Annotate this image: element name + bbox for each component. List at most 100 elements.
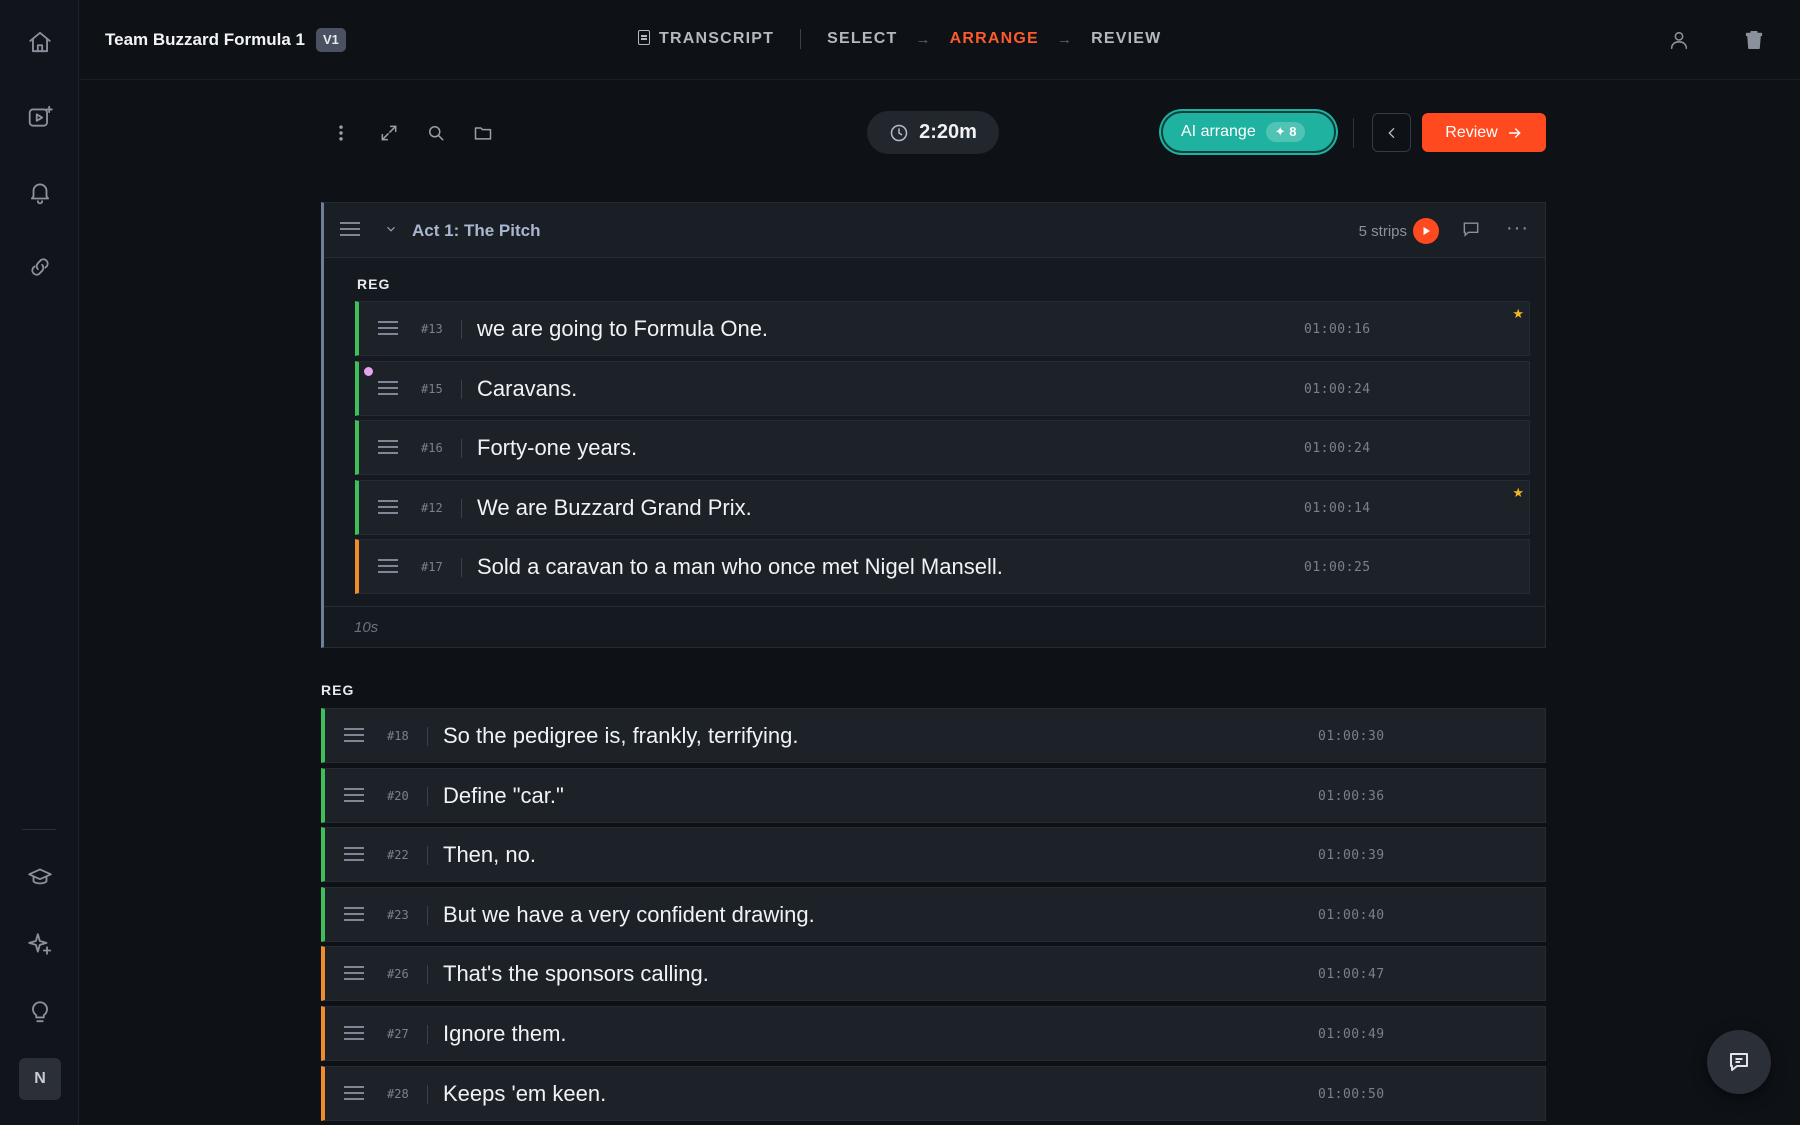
strip-number: #12 bbox=[421, 500, 443, 515]
drag-handle-icon bbox=[344, 847, 364, 862]
sparkle-icon[interactable] bbox=[20, 924, 60, 964]
strip-drag-handle[interactable] bbox=[344, 787, 364, 802]
review-button[interactable]: Review bbox=[1422, 113, 1546, 152]
strip-row[interactable]: #15 Caravans. 01:00:24 bbox=[355, 360, 1530, 416]
act-group: Act 1: The Pitch 5 strips ··· REG #13 we … bbox=[321, 202, 1546, 648]
strip-text: Then, no. bbox=[443, 842, 536, 868]
strip-row[interactable]: #20 Define "car." 01:00:36 bbox=[321, 767, 1546, 823]
strip-timecode: 01:00:50 bbox=[1318, 1086, 1385, 1102]
strip-timecode: 01:00:30 bbox=[1318, 729, 1385, 744]
star-icon[interactable]: ★ bbox=[1512, 485, 1524, 501]
act-header: Act 1: The Pitch 5 strips ··· bbox=[324, 203, 1545, 258]
strip-divider bbox=[427, 846, 428, 866]
strip-row[interactable]: #12 We are Buzzard Grand Prix. 01:00:14 ★ bbox=[355, 479, 1530, 535]
strip-row[interactable]: #22 Then, no. 01:00:39 bbox=[321, 827, 1546, 883]
strip-drag-handle[interactable] bbox=[344, 1026, 364, 1040]
step-arrange[interactable]: ARRANGE bbox=[950, 30, 1039, 48]
strip-number: #23 bbox=[387, 907, 409, 922]
star-icon[interactable]: ★ bbox=[1512, 306, 1524, 322]
strip-text: Define "car." bbox=[443, 782, 564, 808]
workflow-steps: TRANSCRIPT SELECT → ARRANGE → REVIEW bbox=[638, 29, 1161, 49]
user-avatar[interactable]: N bbox=[19, 1058, 61, 1100]
strip-text: But we have a very confident drawing. bbox=[443, 901, 815, 927]
strip-row[interactable]: #23 But we have a very confident drawing.… bbox=[321, 886, 1546, 942]
strip-timecode: 01:00:49 bbox=[1318, 1027, 1385, 1042]
sidebar-divider bbox=[22, 829, 56, 830]
strip-row[interactable]: #28 Keeps 'em keen. 01:00:50 bbox=[321, 1065, 1546, 1121]
strip-drag-handle[interactable] bbox=[378, 321, 398, 335]
arrow-right-icon: → bbox=[915, 30, 932, 48]
video-add-icon[interactable] bbox=[20, 97, 60, 137]
strip-divider bbox=[427, 1025, 428, 1044]
lightbulb-icon[interactable] bbox=[20, 992, 60, 1032]
act-drag-handle[interactable] bbox=[340, 222, 360, 238]
strip-timecode: 01:00:25 bbox=[1304, 560, 1371, 575]
strip-drag-handle[interactable] bbox=[378, 499, 398, 514]
act-strip-count: 5 strips bbox=[1358, 223, 1407, 240]
ai-arrange-label: AI arrange bbox=[1181, 123, 1256, 140]
top-bar: Team Buzzard Formula 1 V1 TRANSCRIPT SEL… bbox=[80, 0, 1800, 80]
strip-row[interactable]: #26 That's the sponsors calling. 01:00:47 bbox=[321, 946, 1546, 1002]
strip-divider bbox=[461, 439, 462, 458]
review-button-label: Review bbox=[1445, 123, 1498, 141]
step-divider bbox=[800, 29, 802, 49]
strip-divider bbox=[461, 320, 462, 339]
strip-timecode: 01:00:39 bbox=[1318, 848, 1385, 864]
loose-region-label: REG bbox=[321, 682, 355, 698]
strip-number: #28 bbox=[387, 1086, 409, 1101]
step-review[interactable]: REVIEW bbox=[1091, 30, 1161, 48]
chevron-left-icon bbox=[1387, 127, 1394, 138]
trash-icon[interactable] bbox=[1738, 24, 1770, 56]
sidebar: N bbox=[0, 0, 79, 1125]
strip-drag-handle[interactable] bbox=[344, 906, 364, 921]
strip-drag-handle[interactable] bbox=[378, 440, 398, 454]
strip-row[interactable]: #18 So the pedigree is, frankly, terrifyi… bbox=[321, 708, 1546, 763]
act-play-button[interactable] bbox=[1413, 218, 1439, 244]
strip-timecode: 01:00:16 bbox=[1304, 322, 1371, 337]
act-title[interactable]: Act 1: The Pitch bbox=[412, 221, 540, 241]
strip-drag-handle[interactable] bbox=[344, 1085, 364, 1100]
step-transcript[interactable]: TRANSCRIPT bbox=[638, 30, 774, 48]
strip-text: we are going to Formula One. bbox=[477, 316, 769, 341]
chat-button[interactable] bbox=[1707, 1030, 1771, 1094]
drag-handle-icon bbox=[344, 787, 364, 802]
act-duration: 10s bbox=[354, 619, 379, 636]
bell-icon[interactable] bbox=[20, 172, 60, 212]
strip-number: #22 bbox=[387, 848, 409, 863]
strip-timecode: 01:00:14 bbox=[1304, 500, 1371, 516]
home-icon[interactable] bbox=[20, 22, 60, 62]
strip-drag-handle[interactable] bbox=[344, 728, 364, 742]
strip-row[interactable]: #27 Ignore them. 01:00:49 bbox=[321, 1006, 1546, 1061]
back-button[interactable] bbox=[1372, 113, 1411, 152]
strip-drag-handle[interactable] bbox=[344, 847, 364, 862]
act-footer: 10s bbox=[324, 606, 1545, 647]
strip-text: That's the sponsors calling. bbox=[443, 961, 709, 987]
strip-row[interactable]: #13 we are going to Formula One. 01:00:16 ★ bbox=[355, 301, 1530, 356]
act-comment-button[interactable] bbox=[1461, 219, 1485, 243]
strip-divider bbox=[427, 965, 428, 985]
act-collapse-toggle[interactable] bbox=[384, 222, 400, 238]
expand-icon[interactable] bbox=[374, 118, 404, 148]
link-icon[interactable] bbox=[20, 247, 60, 287]
ai-arrange-button[interactable]: AI arrange ✦ 8 bbox=[1161, 111, 1336, 153]
graduation-cap-icon[interactable] bbox=[20, 857, 60, 897]
toolbar-divider bbox=[1353, 118, 1354, 148]
strip-row[interactable]: #17 Sold a caravan to a man who once met … bbox=[355, 539, 1530, 594]
more-vertical-icon[interactable] bbox=[326, 118, 356, 148]
strip-number: #26 bbox=[387, 967, 409, 982]
play-icon bbox=[1423, 227, 1430, 235]
strip-drag-handle[interactable] bbox=[378, 559, 398, 573]
strip-divider bbox=[461, 558, 462, 577]
strip-drag-handle[interactable] bbox=[344, 966, 364, 981]
strip-drag-handle[interactable] bbox=[378, 380, 398, 395]
strip-number: #15 bbox=[421, 381, 443, 396]
strip-row[interactable]: #16 Forty-one years. 01:00:24 bbox=[355, 420, 1530, 475]
act-more-icon[interactable]: ··· bbox=[1506, 217, 1529, 240]
folder-icon[interactable] bbox=[468, 118, 498, 148]
version-badge[interactable]: V1 bbox=[316, 28, 346, 52]
user-icon[interactable] bbox=[1663, 24, 1695, 56]
step-select[interactable]: SELECT bbox=[827, 30, 897, 48]
comment-icon bbox=[1463, 222, 1479, 237]
strip-text: Sold a caravan to a man who once met Nig… bbox=[477, 554, 1003, 579]
search-icon[interactable] bbox=[421, 118, 451, 148]
